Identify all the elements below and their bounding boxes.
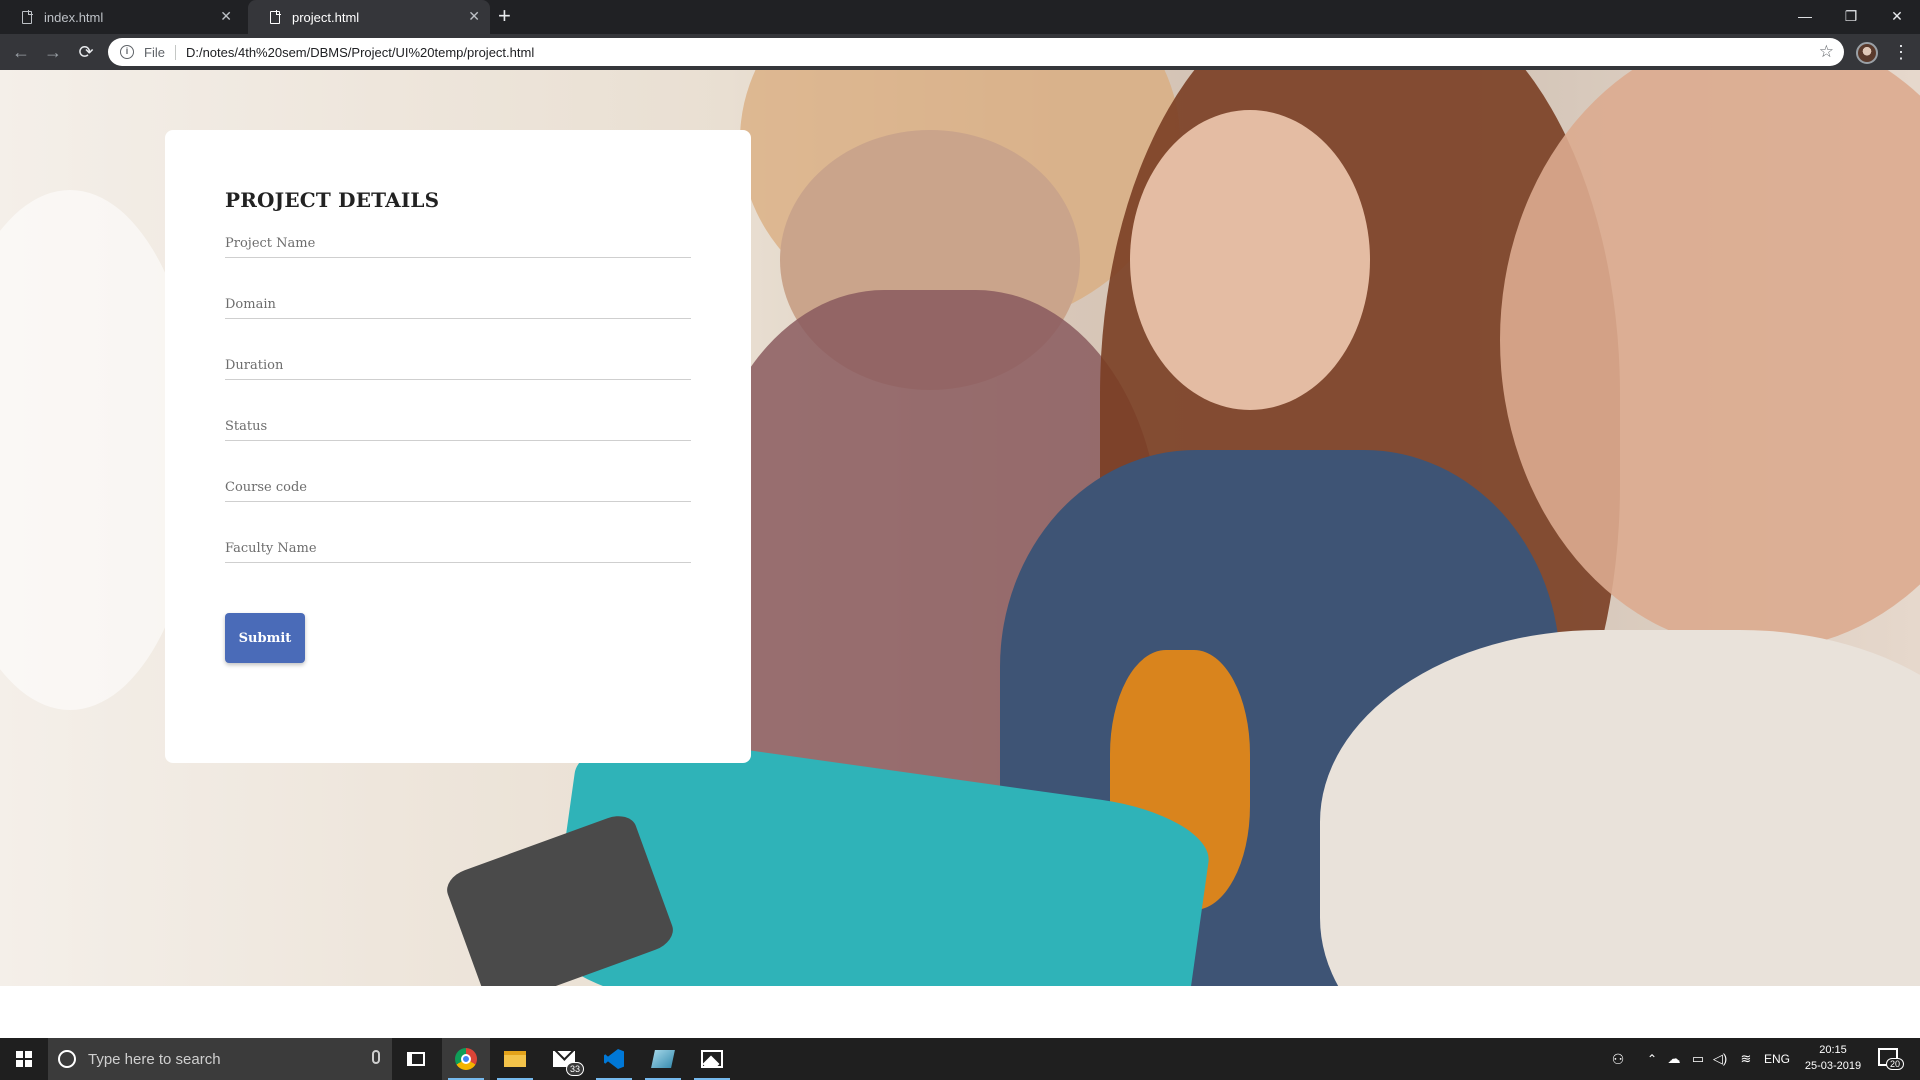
cortana-icon — [58, 1050, 76, 1068]
vscode-icon — [604, 1049, 624, 1069]
clock-date: 25-03-2019 — [1804, 1060, 1862, 1072]
page-viewport: PROJECT DETAILS Submit — [0, 70, 1920, 1038]
status-input[interactable] — [225, 405, 691, 441]
taskbar-search-box[interactable]: Type here to search — [48, 1038, 392, 1080]
sticky-notes-taskbar-button[interactable] — [639, 1038, 687, 1080]
clock-time: 20:15 — [1819, 1044, 1847, 1056]
language-indicator[interactable]: ENG — [1762, 1038, 1792, 1080]
restore-window-button[interactable]: ❐ — [1828, 0, 1874, 32]
url-scheme-label: File — [144, 44, 176, 60]
domain-input[interactable] — [225, 283, 691, 319]
file-explorer-taskbar-button[interactable] — [491, 1038, 539, 1080]
battery-icon[interactable]: ▭ — [1688, 1038, 1708, 1080]
project-name-input[interactable] — [225, 222, 691, 258]
document-icon — [22, 9, 33, 24]
project-details-form: PROJECT DETAILS Submit — [165, 130, 751, 763]
sticky-notes-icon — [651, 1050, 675, 1068]
browser-tab-strip: index.html ✕ project.html ✕ + — ❐ ✕ — [0, 0, 1920, 34]
volume-icon[interactable]: ◁) — [1710, 1038, 1730, 1080]
clock[interactable]: 20:15 25-03-2019 — [1795, 1042, 1871, 1074]
kebab-menu-icon[interactable]: ⋮ — [1892, 42, 1910, 62]
windows-logo-icon — [16, 1051, 32, 1067]
address-bar[interactable]: i File D:/notes/4th%20sem/DBMS/Project/U… — [108, 38, 1844, 66]
task-view-icon — [407, 1052, 425, 1066]
mail-taskbar-button[interactable]: 33 — [540, 1038, 588, 1080]
course-code-input[interactable] — [225, 466, 691, 502]
windows-taskbar: Type here to search 33 ⚇ ⌃ ☁ ▭ ◁) ≋ ENG … — [0, 1038, 1920, 1080]
tab-project-html[interactable]: project.html ✕ — [248, 0, 490, 34]
file-explorer-icon — [504, 1051, 526, 1067]
photo-shape — [1320, 630, 1920, 986]
start-button[interactable] — [0, 1038, 48, 1080]
tab-title: project.html — [292, 9, 360, 25]
tab-title: index.html — [44, 9, 104, 25]
chevron-up-icon[interactable]: ⌃ — [1644, 1038, 1660, 1080]
reload-icon[interactable]: ⟳ — [74, 40, 98, 64]
info-icon[interactable]: i — [120, 45, 134, 59]
faculty-name-input[interactable] — [225, 527, 691, 563]
close-window-button[interactable]: ✕ — [1874, 0, 1920, 32]
chrome-icon — [455, 1048, 477, 1070]
duration-input[interactable] — [225, 344, 691, 380]
url-text[interactable]: D:/notes/4th%20sem/DBMS/Project/UI%20tem… — [186, 45, 534, 60]
close-tab-icon[interactable]: ✕ — [220, 8, 232, 24]
profile-avatar[interactable] — [1856, 42, 1878, 64]
photos-taskbar-button[interactable] — [688, 1038, 736, 1080]
close-tab-icon[interactable]: ✕ — [468, 8, 480, 24]
document-icon — [270, 9, 281, 24]
notification-count: 20 — [1886, 1058, 1905, 1070]
form-title: PROJECT DETAILS — [225, 188, 440, 212]
forward-arrow-icon[interactable]: → — [41, 40, 65, 64]
task-view-button[interactable] — [392, 1038, 440, 1080]
onedrive-cloud-icon[interactable]: ☁ — [1664, 1038, 1684, 1080]
search-placeholder: Type here to search — [88, 1050, 221, 1068]
back-arrow-icon[interactable]: ← — [9, 40, 33, 64]
vscode-taskbar-button[interactable] — [590, 1038, 638, 1080]
submit-button[interactable]: Submit — [225, 613, 305, 663]
star-icon[interactable]: ☆ — [1819, 42, 1834, 62]
photos-icon — [701, 1050, 723, 1068]
browser-toolbar: ← → ⟳ i File D:/notes/4th%20sem/DBMS/Pro… — [0, 34, 1920, 70]
photo-shape — [1130, 110, 1370, 410]
chrome-taskbar-button[interactable] — [442, 1038, 490, 1080]
microphone-icon[interactable] — [372, 1050, 380, 1064]
new-tab-button[interactable]: + — [498, 4, 511, 28]
wifi-icon[interactable]: ≋ — [1736, 1038, 1756, 1080]
mail-badge: 33 — [565, 1062, 584, 1076]
minimize-window-button[interactable]: — — [1782, 0, 1828, 32]
tab-index-html[interactable]: index.html ✕ — [0, 0, 242, 34]
people-icon[interactable]: ⚇ — [1606, 1038, 1630, 1080]
